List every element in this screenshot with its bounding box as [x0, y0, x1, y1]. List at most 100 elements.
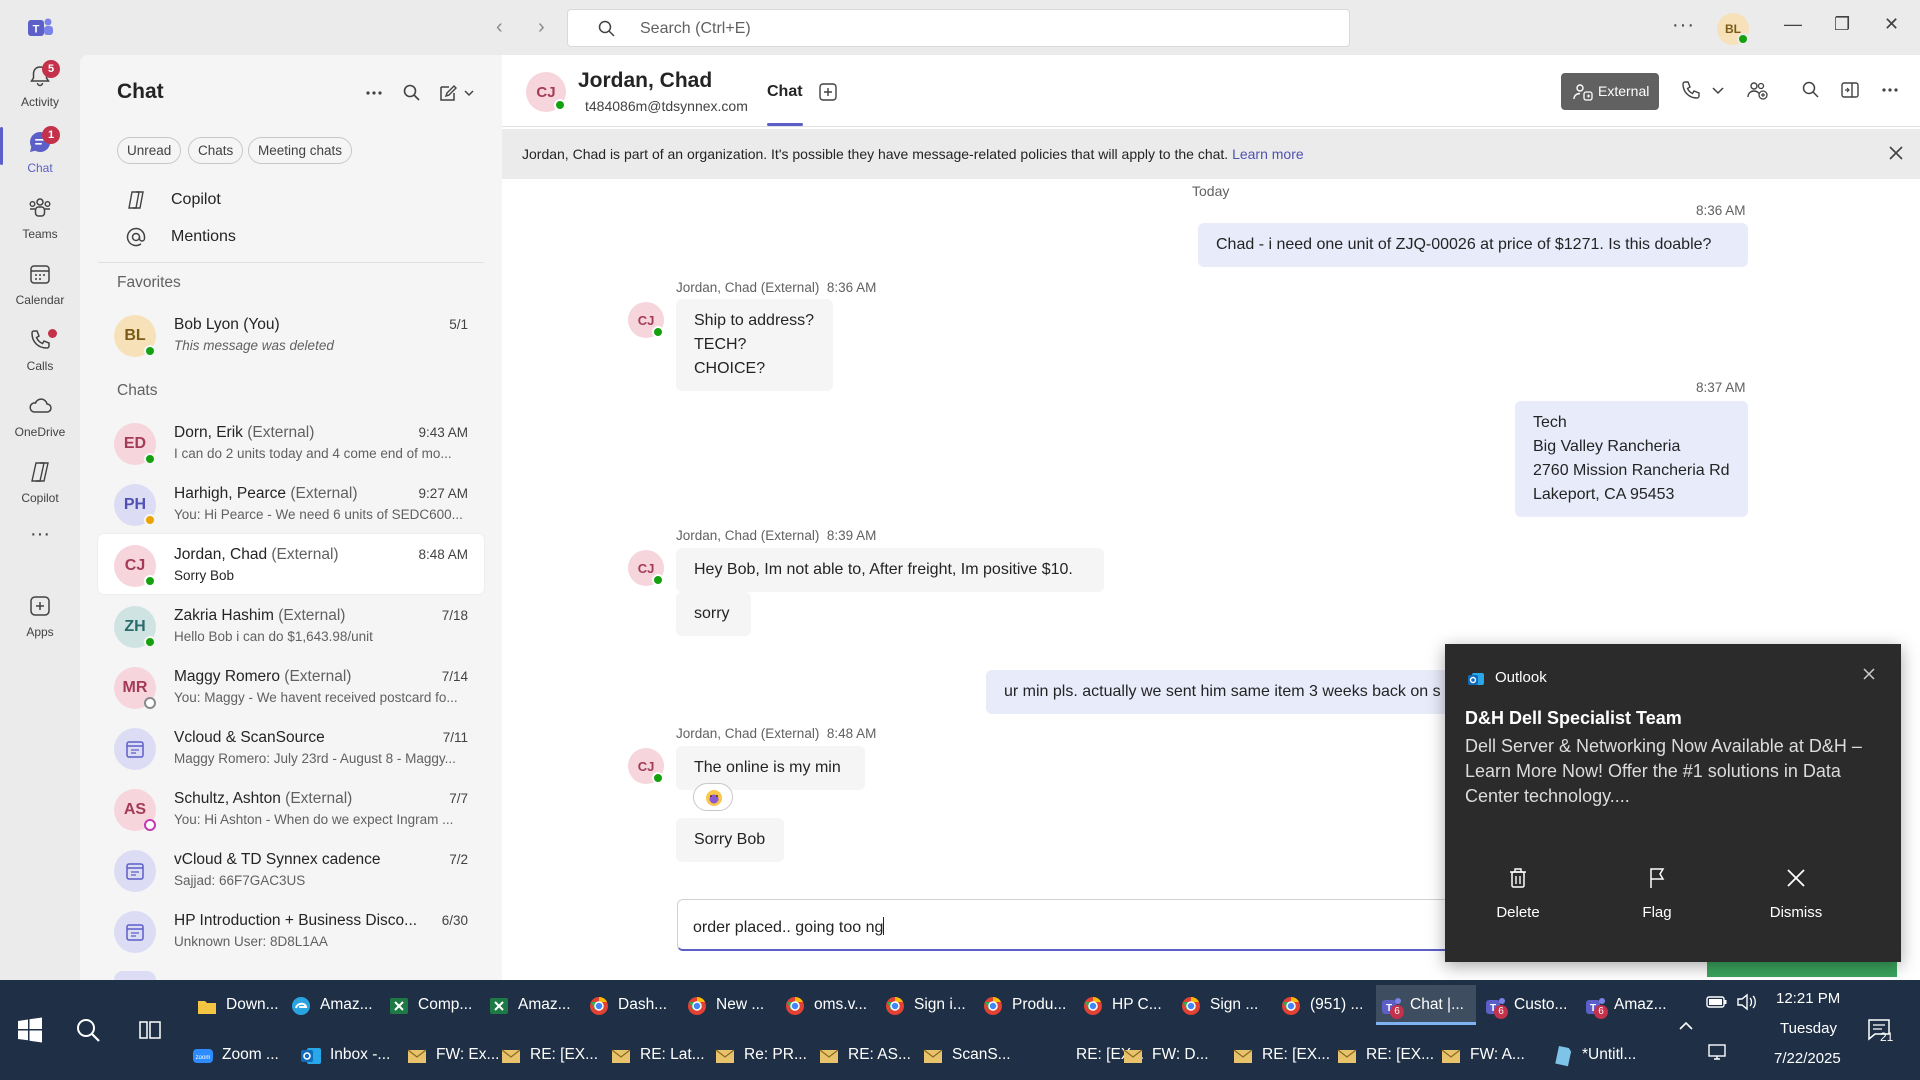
back-arrow-icon[interactable]: ‹: [496, 16, 503, 39]
taskbar-button[interactable]: T 6 Amaz...: [1580, 985, 1672, 1025]
chat-row-dorn-erik[interactable]: ED Dorn, Erik (External) I can do 2 unit…: [98, 412, 484, 472]
dismiss-button[interactable]: Dismiss: [1741, 866, 1851, 921]
taskbar-button[interactable]: Amaz...: [484, 985, 580, 1025]
clock-time[interactable]: 12:21 PM: [1776, 990, 1840, 1007]
my-message[interactable]: Tech Big Valley Rancheria 2760 Mission R…: [1515, 401, 1748, 517]
taskbar-button[interactable]: Comp...: [384, 985, 480, 1025]
taskbar-button[interactable]: Sign i...: [880, 985, 974, 1025]
windows-start-icon[interactable]: [16, 1016, 44, 1044]
forward-arrow-icon[interactable]: ›: [538, 16, 545, 39]
their-message[interactable]: Hey Bob, Im not able to, After freight, …: [676, 548, 1104, 592]
learn-more-link[interactable]: Learn more: [1232, 146, 1304, 162]
rail-item-calls[interactable]: Calls: [0, 319, 80, 381]
rail-item-onedrive[interactable]: OneDrive: [0, 385, 80, 447]
chat-row-bob-lyon[interactable]: BL Bob Lyon (You) This message was delet…: [98, 304, 484, 364]
external-badge-button[interactable]: External: [1561, 73, 1659, 110]
rail-item-calendar[interactable]: Calendar: [0, 253, 80, 315]
taskbar-button[interactable]: *Untitl...: [1548, 1035, 1648, 1075]
taskbar-button[interactable]: oms.v...: [780, 985, 876, 1025]
clock-date[interactable]: 7/22/2025: [1774, 1050, 1841, 1067]
more-options-icon[interactable]: [364, 83, 384, 103]
chat-row-vcloud-td-synnex[interactable]: vCloud & TD Synnex cadence Sajjad: 66F7G…: [98, 839, 484, 899]
tab-chat[interactable]: Chat: [767, 83, 803, 101]
taskbar-button[interactable]: T 6 Custo...: [1480, 985, 1576, 1025]
their-message[interactable]: Sorry Bob: [676, 818, 784, 862]
rail-item-copilot[interactable]: Copilot: [0, 451, 80, 513]
reaction-emoji[interactable]: [693, 783, 733, 811]
taskbar-button[interactable]: Sign ...: [1176, 985, 1272, 1025]
clock-day[interactable]: Tuesday: [1780, 1020, 1837, 1037]
more-options-icon[interactable]: ···: [1672, 14, 1695, 37]
my-message[interactable]: ur min pls. actually we sent him same it…: [986, 670, 1456, 714]
chat-row-maggy-romero[interactable]: MR Maggy Romero (External) You: Maggy - …: [98, 656, 484, 716]
filter-chats[interactable]: Chats: [188, 137, 244, 164]
add-people-icon[interactable]: [1746, 79, 1768, 101]
rail-item-teams[interactable]: Teams: [0, 187, 80, 249]
filter-meeting-chats[interactable]: Meeting chats: [248, 137, 353, 164]
taskbar-button[interactable]: HP C...: [1078, 985, 1172, 1025]
rail-item-activity[interactable]: 5 Activity: [0, 55, 80, 117]
chat-row-zakria-hashim[interactable]: ZH Zakria Hashim (External) Hello Bob i …: [98, 595, 484, 655]
rail-item-apps[interactable]: Apps: [0, 585, 80, 647]
taskbar-button[interactable]: RE: AS...: [814, 1035, 914, 1075]
their-message[interactable]: Ship to address? TECH? CHOICE?: [676, 299, 833, 391]
taskbar-button[interactable]: Dash...: [584, 985, 678, 1025]
network-icon[interactable]: [1706, 1042, 1728, 1062]
delete-button[interactable]: Delete: [1463, 866, 1573, 921]
my-message[interactable]: Chad - i need one unit of ZJQ-00026 at p…: [1198, 223, 1748, 267]
taskbar-button[interactable]: FW: A...: [1436, 1035, 1544, 1075]
taskbar-button[interactable]: RE: [EX...: [1332, 1035, 1434, 1075]
search-icon[interactable]: [402, 83, 422, 103]
chevron-up-icon[interactable]: [1676, 1016, 1696, 1036]
chat-row-harhigh-pearce[interactable]: PH Harhigh, Pearce (External) You: Hi Pe…: [98, 473, 484, 533]
search-icon[interactable]: [74, 1016, 102, 1044]
taskbar-button[interactable]: RE: Lat...: [606, 1035, 706, 1075]
open-side-panel-icon[interactable]: [1839, 79, 1861, 101]
taskbar-button[interactable]: RE: [EX...: [1228, 1035, 1330, 1075]
taskbar-button[interactable]: Amaz...: [286, 985, 380, 1025]
chat-row-vcloud-scansource[interactable]: Vcloud & ScanSource Maggy Romero: July 2…: [98, 717, 484, 777]
sender-line: Jordan, Chad (External) 8:48 AM: [676, 726, 876, 741]
battery-icon[interactable]: [1706, 992, 1728, 1012]
taskbar-button[interactable]: Re: PR...: [710, 1035, 810, 1075]
flag-button[interactable]: Flag: [1602, 866, 1712, 921]
taskbar-button[interactable]: ScanS...: [918, 1035, 1038, 1075]
close-icon[interactable]: [1886, 143, 1906, 163]
taskbar-button[interactable]: (951) ...: [1276, 985, 1372, 1025]
add-tab-icon[interactable]: [818, 82, 838, 102]
taskbar-button[interactable]: RE: [EX...: [496, 1035, 602, 1075]
taskbar-button[interactable]: Inbox -...: [296, 1035, 398, 1075]
new-chat-icon[interactable]: [438, 83, 478, 103]
search-input[interactable]: Search (Ctrl+E): [567, 9, 1350, 47]
chat-row-schultz-ashton[interactable]: AS Schultz, Ashton (External) You: Hi As…: [98, 778, 484, 838]
taskbar-button[interactable]: zoom Zoom ...: [188, 1035, 292, 1075]
taskbar-button[interactable]: Down...: [192, 985, 282, 1025]
profile-avatar[interactable]: BL: [1717, 13, 1749, 45]
search-icon[interactable]: [1800, 79, 1822, 101]
their-message[interactable]: sorry: [676, 592, 751, 636]
taskbar-button[interactable]: T 6 Chat |...: [1376, 985, 1476, 1025]
call-icon[interactable]: [1679, 79, 1701, 101]
task-view-icon[interactable]: [138, 1018, 162, 1042]
taskbar-button[interactable]: RE: [EX...: [1042, 1035, 1144, 1075]
taskbar-button[interactable]: FW: D...: [1118, 1035, 1224, 1075]
chat-row-jordan-chad[interactable]: CJ Jordan, Chad (External) Sorry Bob 8:4…: [98, 534, 484, 594]
outlook-notification[interactable]: Outlook D&H Dell Specialist Team Dell Se…: [1445, 644, 1901, 962]
minimize-button[interactable]: —: [1784, 14, 1802, 35]
close-window-button[interactable]: ✕: [1884, 14, 1899, 35]
rail-item-more[interactable]: ···: [0, 517, 80, 579]
filter-unread[interactable]: Unread: [117, 137, 182, 164]
taskbar-button[interactable]: New ...: [682, 985, 776, 1025]
rail-item-chat[interactable]: 1 Chat: [0, 121, 80, 183]
presence-available-icon: [1737, 33, 1749, 45]
maximize-button[interactable]: ❐: [1834, 14, 1850, 35]
avatar-initials: BL: [124, 327, 146, 344]
taskbar-button[interactable]: Produ...: [978, 985, 1074, 1025]
chevron-down-icon[interactable]: [1707, 79, 1729, 101]
action-label: Delete: [1496, 904, 1540, 921]
taskbar-button[interactable]: FW: Ex...: [402, 1035, 499, 1075]
chat-row-hp-introduction[interactable]: HP Introduction + Business Disco... Unkn…: [98, 900, 484, 960]
close-icon[interactable]: [1861, 666, 1877, 682]
more-options-icon[interactable]: [1879, 79, 1901, 101]
volume-icon[interactable]: [1736, 992, 1758, 1012]
